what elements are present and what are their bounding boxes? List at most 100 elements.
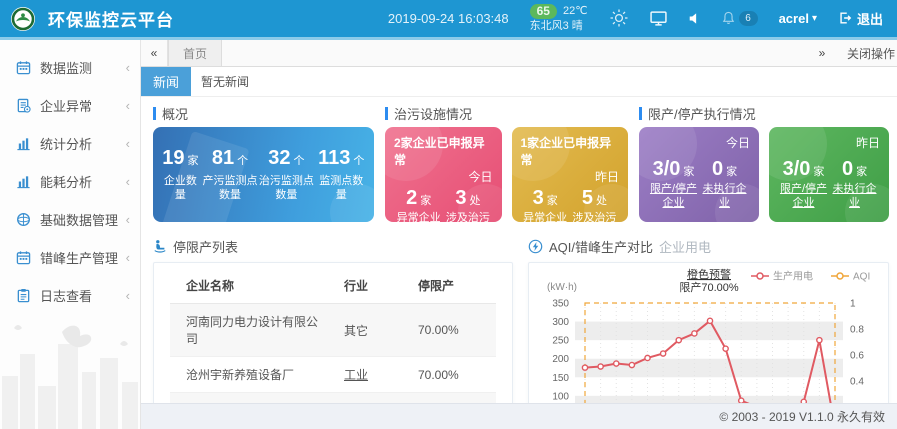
sidebar-item-data-monitoring[interactable]: 数据监测 ‹	[0, 48, 140, 86]
app-header: 环保监控云平台 2019-09-24 16:03:48 65 22℃ 东北风3 …	[0, 0, 897, 40]
sidebar: 数据监测 ‹ 企业异常 ‹ 统计分析 ‹ 能耗分析 ‹ 基础数据管理 ‹ 错峰生…	[0, 40, 141, 429]
panel-subtitle-label: 企业用电	[659, 237, 711, 256]
stat-label: 企业数量	[159, 174, 202, 203]
sidebar-item-label: 数据监测	[40, 58, 126, 77]
abnormal-enterprises-link[interactable]: 异常企业	[394, 212, 443, 222]
facilities-involved-link[interactable]: 涉及治污设施	[570, 212, 619, 222]
copyright-text: © 2003 - 2019 V1.1.0 永久有效	[719, 408, 885, 425]
sidebar-item-enterprise-abnormal[interactable]: 企业异常 ‹	[0, 86, 140, 124]
legend-marker	[757, 273, 763, 279]
stat-facilities-involved: 5处	[570, 187, 619, 210]
col-header-enterprise: 企业名称	[170, 267, 336, 304]
footer: © 2003 - 2019 V1.1.0 永久有效	[141, 403, 897, 429]
nonexecuting-enterprises-link[interactable]: 未执行企业	[829, 183, 880, 211]
calendar-icon	[16, 60, 31, 75]
card-period: 今日	[648, 134, 750, 151]
pollution-card-today: 2家企业已申报异常 今日 2家 3处 异常企业 涉及治污设施	[385, 127, 502, 222]
limit-list-icon	[153, 239, 167, 253]
y-right-tick: 0.4	[850, 377, 864, 388]
limit-card-today: 今日 3/0家 0家 限产/停产企业 未执行企业	[639, 127, 759, 222]
limited-enterprises-link[interactable]: 限产/停产企业	[648, 183, 699, 211]
globe-icon	[16, 212, 31, 227]
limited-enterprises-link[interactable]: 限产/停产企业	[778, 183, 829, 211]
section-title-production-limit: 限产/停产执行情况	[639, 105, 889, 121]
stat-unit: 个	[237, 155, 248, 167]
temperature-label: 22℃	[563, 4, 588, 18]
sidebar-item-basic-data[interactable]: 基础数据管理 ‹	[0, 200, 140, 238]
stat-nonexecuting-enterprises: 0家	[699, 158, 750, 181]
tab-scroll-left-icon[interactable]: «	[141, 40, 168, 66]
document-gear-icon	[16, 98, 31, 113]
power-point	[661, 351, 666, 356]
stat-label: 治污监测点数量	[258, 174, 314, 203]
legend-item[interactable]: AQI	[853, 272, 870, 283]
power-point	[707, 318, 712, 323]
logout-button[interactable]: 退出	[838, 9, 883, 28]
page-title: 环保监控云平台	[48, 6, 174, 31]
stat-limited-enterprises: 3/0家	[648, 158, 699, 181]
sidebar-item-label: 统计分析	[40, 134, 126, 153]
tab-home[interactable]: 首页	[168, 40, 222, 66]
chevron-left-icon: ‹	[126, 98, 130, 113]
logout-icon	[838, 11, 852, 25]
weather-widget: 65 22℃ 东北风3 晴	[530, 4, 588, 34]
cell-enterprise-name: 沧州宇新养殖设备厂	[170, 357, 336, 393]
chevron-down-icon: ▾	[812, 13, 817, 24]
sidebar-item-energy-analysis[interactable]: 能耗分析 ‹	[0, 162, 140, 200]
stat-unit: 个	[353, 155, 364, 167]
y-left-tick: 200	[552, 354, 569, 365]
cell-limit-percent: 70.00%	[410, 357, 496, 393]
chevron-left-icon: ‹	[126, 288, 130, 303]
bell-icon	[721, 10, 736, 26]
limit-list-panel: 企业名称 行业 停限产 河南同力电力设计有限公司 其它 70.00%	[153, 262, 513, 408]
stat-pollution-points: 81个 产污监测点数量	[202, 147, 258, 203]
main-area: « 首页 » 关闭操作 新闻 暂无新闻 概况 19家 企业数量 81个	[141, 40, 897, 429]
cell-industry-link[interactable]: 工业	[336, 357, 410, 393]
y-right-tick: 1	[850, 299, 856, 310]
monitor-icon[interactable]	[650, 11, 667, 26]
tab-news[interactable]: 新闻	[141, 67, 191, 96]
tab-scroll-right-icon[interactable]: »	[809, 46, 835, 60]
stat-value: 113	[318, 147, 350, 169]
cell-industry: 其它	[336, 304, 410, 357]
facilities-involved-link[interactable]: 涉及治污设施	[443, 212, 492, 222]
panel-title-label: AQI/错峰生产对比	[549, 237, 653, 256]
chevron-left-icon: ‹	[126, 212, 130, 227]
close-operations-button[interactable]: 关闭操作	[847, 45, 895, 62]
power-point	[582, 365, 587, 370]
power-point	[645, 355, 650, 360]
aqi-value-badge: 65	[530, 4, 557, 20]
stat-abnormal-enterprises: 3家	[521, 187, 570, 210]
abnormal-enterprises-link[interactable]: 异常企业	[521, 212, 570, 222]
sidebar-item-log-view[interactable]: 日志查看 ‹	[0, 276, 140, 314]
sidebar-item-label: 企业异常	[40, 96, 126, 115]
power-point	[723, 346, 728, 351]
notifications-button[interactable]: 6	[721, 10, 758, 26]
limit-list-title: 停限产列表	[153, 237, 513, 255]
warning-annotation: 限产70.00%	[679, 280, 739, 294]
city-skyline-watermark	[0, 314, 140, 429]
power-point	[817, 338, 822, 343]
tab-bar: « 首页 » 关闭操作	[141, 40, 897, 67]
table-row[interactable]: 沧州宇新养殖设备厂 工业 70.00%	[170, 357, 496, 393]
stat-unit: 家	[188, 155, 199, 167]
sidebar-item-statistics[interactable]: 统计分析 ‹	[0, 124, 140, 162]
table-row[interactable]: 河南同力电力设计有限公司 其它 70.00%	[170, 304, 496, 357]
stat-label: 产污监测点数量	[202, 174, 258, 203]
card-headline: 2家企业已申报异常	[394, 134, 493, 168]
legend-item[interactable]: 生产用电	[773, 270, 813, 283]
power-point	[598, 364, 603, 369]
stat-label: 监测点数量	[315, 174, 368, 203]
stat-facilities-involved: 3处	[443, 187, 492, 210]
speaker-icon[interactable]	[688, 12, 700, 25]
y-left-tick: 250	[552, 336, 569, 347]
stat-value: 32	[268, 147, 290, 169]
user-menu[interactable]: acrel ▾	[779, 11, 817, 26]
warning-annotation: 橙色预警	[687, 267, 731, 281]
nonexecuting-enterprises-link[interactable]: 未执行企业	[699, 183, 750, 211]
power-point	[614, 361, 619, 366]
stat-limited-enterprises: 3/0家	[778, 158, 829, 181]
sidebar-item-peak-production[interactable]: 错峰生产管理 ‹	[0, 238, 140, 276]
clipboard-icon	[16, 288, 31, 303]
chevron-left-icon: ‹	[126, 174, 130, 189]
